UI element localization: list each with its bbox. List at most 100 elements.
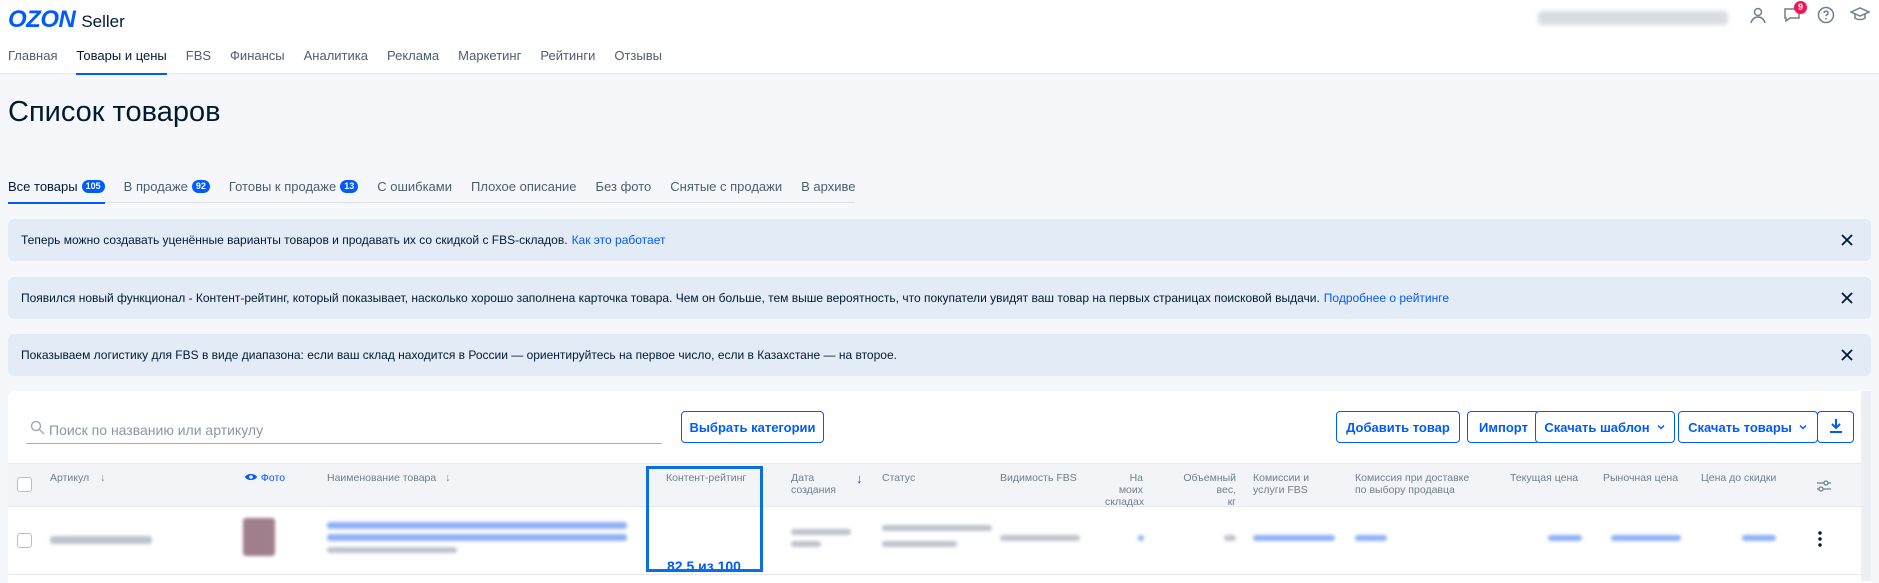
col-volume-weight[interactable]: Объемный вес, кг xyxy=(1163,472,1236,508)
sort-arrow-icon: ↓ xyxy=(445,472,451,484)
status-blurred xyxy=(882,525,992,531)
tab-label: Все товары xyxy=(8,179,78,194)
tab-label: Готовы к продаже xyxy=(228,179,337,194)
close-icon[interactable] xyxy=(1837,230,1857,250)
nav-item-finance[interactable]: Финансы xyxy=(230,48,285,75)
col-photo[interactable]: Фото xyxy=(244,472,285,484)
tab-label: С ошибками xyxy=(377,179,452,194)
button-label: Скачать шаблон xyxy=(1544,419,1650,435)
help-icon[interactable] xyxy=(1815,4,1837,26)
user-icon[interactable] xyxy=(1747,4,1769,26)
download-template-button[interactable]: Скачать шаблон xyxy=(1535,411,1675,443)
col-label: Комиссия при доставке xyxy=(1355,472,1470,484)
tab-bad-description[interactable]: Плохое описание xyxy=(471,179,577,194)
sort-arrow-icon: ↓ xyxy=(100,472,106,484)
more-vertical-icon[interactable] xyxy=(1818,531,1822,552)
tab-removed[interactable]: Снятые с продажи xyxy=(670,179,782,194)
col-label: Дата xyxy=(791,472,815,484)
banner-link[interactable]: Как это работает xyxy=(572,233,666,247)
product-category-blurred xyxy=(327,547,457,553)
download-products-button[interactable]: Скачать товары xyxy=(1678,411,1818,443)
delivery-commission-blurred[interactable] xyxy=(1355,535,1387,541)
download-icon-button[interactable] xyxy=(1817,411,1854,443)
nav-item-ads[interactable]: Реклама xyxy=(387,48,439,75)
button-label: Скачать товары xyxy=(1688,419,1792,435)
add-product-button[interactable]: Добавить товар xyxy=(1336,411,1460,443)
tab-label: В архиве xyxy=(801,179,856,194)
header-actions: 9 xyxy=(1747,1,1871,26)
col-label: Наименование товара xyxy=(327,472,437,484)
col-fbs-visibility[interactable]: Видимость FBS xyxy=(1000,472,1077,484)
tab-ready[interactable]: Готовы к продаже 13 xyxy=(228,179,359,194)
nav-item-fbs[interactable]: FBS xyxy=(186,48,211,75)
sort-arrow-icon[interactable]: ↓ xyxy=(856,472,863,485)
price-before-discount-blurred[interactable] xyxy=(1742,535,1776,541)
commission-blurred[interactable] xyxy=(1253,535,1335,541)
choose-categories-button[interactable]: Выбрать категории xyxy=(681,411,824,443)
search-icon xyxy=(30,420,45,440)
notification-badge: 9 xyxy=(1794,1,1807,14)
col-price-before-discount[interactable]: Цена до скидки xyxy=(1701,472,1776,484)
account-name-blurred[interactable] xyxy=(1538,11,1728,25)
col-my-warehouses[interactable]: На моих складах xyxy=(1105,472,1144,508)
product-name-blurred[interactable] xyxy=(327,534,627,541)
banner-link[interactable]: Подробнее о рейтинге xyxy=(1324,291,1449,305)
tab-label: Плохое описание xyxy=(471,179,577,194)
col-article[interactable]: Артикул ↓ xyxy=(50,472,105,484)
created-date-blurred xyxy=(791,529,851,535)
tab-archive[interactable]: В архиве xyxy=(801,179,855,194)
ozon-seller-logo[interactable]: OZON Seller xyxy=(8,6,125,34)
product-name: Seller xyxy=(81,12,125,31)
col-status[interactable]: Статус xyxy=(882,472,915,484)
education-icon[interactable] xyxy=(1849,4,1871,26)
row-checkbox[interactable] xyxy=(17,533,32,548)
nav-item-analytics[interactable]: Аналитика xyxy=(304,48,368,75)
chevron-down-icon xyxy=(1656,420,1666,435)
col-market-price[interactable]: Рыночная цена xyxy=(1603,472,1678,484)
tab-label: Снятые с продажи xyxy=(670,179,783,194)
tab-on-sale[interactable]: В продаже 92 xyxy=(124,179,210,194)
tab-all[interactable]: Все товары 105 xyxy=(8,179,105,204)
close-icon[interactable] xyxy=(1837,288,1857,308)
col-current-price[interactable]: Текущая цена xyxy=(1510,472,1578,484)
import-button[interactable]: Импорт xyxy=(1467,411,1540,443)
column-settings-icon[interactable] xyxy=(1784,467,1864,505)
product-photo[interactable] xyxy=(243,518,275,556)
col-label: Фото xyxy=(260,472,286,484)
nav-item-marketing[interactable]: Маркетинг xyxy=(458,48,521,75)
warehouse-stock-blurred[interactable] xyxy=(1138,535,1144,541)
banner-fbs-logistics: Показываем логистику для FBS в виде диап… xyxy=(8,334,1871,376)
tab-label: Без фото xyxy=(595,179,652,194)
search-input[interactable] xyxy=(49,421,639,438)
market-price-blurred[interactable] xyxy=(1611,535,1681,541)
page-title: Список товаров xyxy=(8,96,221,128)
col-created[interactable]: Дата создания xyxy=(791,472,836,496)
main-nav: Главная Товары и цены FBS Финансы Аналит… xyxy=(8,48,662,75)
tab-no-photo[interactable]: Без фото xyxy=(596,179,652,194)
col-fbs-commissions[interactable]: Комиссии и услуги FBS xyxy=(1253,472,1309,496)
tab-count: 105 xyxy=(81,180,105,193)
col-label: Комиссии и xyxy=(1253,472,1310,484)
col-delivery-commission[interactable]: Комиссия при доставке по выбору продавца xyxy=(1355,472,1469,496)
select-all-checkbox[interactable] xyxy=(17,477,32,492)
tab-count: 13 xyxy=(340,180,359,193)
product-tabs: Все товары 105 В продаже 92 Готовы к прода… xyxy=(8,179,856,204)
banner-discount-variants: Теперь можно создавать уценённые вариант… xyxy=(8,219,1871,261)
close-icon[interactable] xyxy=(1837,345,1857,365)
product-name-blurred[interactable] xyxy=(327,522,627,529)
nav-item-home[interactable]: Главная xyxy=(8,48,57,75)
col-label: На моих xyxy=(1118,472,1143,496)
table-row[interactable]: 82.5 из 100 xyxy=(8,507,1871,575)
col-name[interactable]: Наименование товара ↓ xyxy=(327,472,450,484)
current-price-blurred[interactable] xyxy=(1548,535,1582,541)
banner-text: Теперь можно создавать уценённые вариант… xyxy=(21,233,568,247)
nav-item-products[interactable]: Товары и цены xyxy=(76,48,167,75)
products-panel: Выбрать категории Добавить товар Импорт … xyxy=(8,391,1871,583)
banner-content-rating: Появился новый функционал - Контент-рейт… xyxy=(8,277,1871,319)
nav-item-ratings[interactable]: Рейтинги xyxy=(540,48,595,75)
nav-item-reviews[interactable]: Отзывы xyxy=(614,48,662,75)
chat-icon[interactable]: 9 xyxy=(1781,1,1807,26)
vertical-scrollbar[interactable] xyxy=(1861,391,1871,581)
col-label: услуги FBS xyxy=(1253,484,1308,496)
tab-errors[interactable]: С ошибками xyxy=(377,179,452,194)
